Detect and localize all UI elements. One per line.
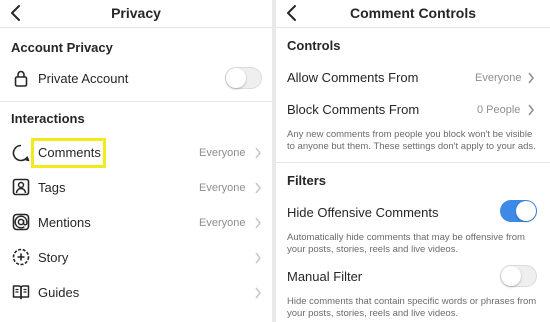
block-note: Any new comments from people you block w…	[287, 129, 536, 153]
tags-label: Tags	[38, 180, 66, 195]
private-account-toggle[interactable]	[225, 67, 262, 89]
tag-person-icon	[12, 178, 30, 196]
chevron-right-icon	[255, 287, 261, 299]
toggle-knob	[501, 266, 521, 286]
hide-offensive-note-line1: Automatically hide comments that may be …	[287, 232, 525, 243]
allow-comments-label: Allow Comments From	[287, 70, 419, 85]
chevron-right-icon	[255, 182, 261, 194]
manual-filter-row: Manual Filter	[276, 261, 550, 291]
guides-label: Guides	[38, 285, 80, 300]
privacy-header: Privacy	[0, 0, 272, 27]
toggle-knob	[516, 201, 536, 221]
manual-filter-label: Manual Filter	[287, 269, 363, 284]
chevron-right-icon	[528, 72, 534, 84]
chevron-right-icon	[255, 147, 261, 159]
interactions-item-story[interactable]: Story	[0, 242, 272, 272]
toggle-knob	[226, 68, 246, 88]
guides-book-icon	[12, 285, 30, 300]
manual-filter-note-line2: your posts, stories, reels and live vide…	[287, 308, 459, 319]
mentions-label: Mentions	[38, 215, 91, 230]
chevron-right-icon	[255, 252, 261, 264]
comments-value: Everyone	[199, 147, 246, 159]
section-divider	[0, 101, 272, 102]
comment-controls-header: Comment Controls	[276, 0, 550, 27]
mentions-value: Everyone	[199, 217, 246, 229]
private-account-row: Private Account	[0, 63, 272, 93]
private-account-label: Private Account	[38, 71, 129, 86]
manual-filter-note: Hide comments that contain specific word…	[287, 296, 536, 320]
interactions-item-guides[interactable]: Guides	[0, 277, 272, 307]
page-title: Privacy	[111, 5, 161, 21]
hide-offensive-note-line2: your posts, stories, reels and live vide…	[287, 244, 459, 255]
story-label: Story	[38, 250, 69, 265]
controls-heading: Controls	[287, 38, 341, 53]
hide-offensive-row: Hide Offensive Comments	[276, 197, 550, 227]
interactions-item-tags[interactable]: Tags Everyone	[0, 172, 272, 202]
allow-comments-from-row[interactable]: Allow Comments From Everyone	[276, 62, 550, 92]
page-title: Comment Controls	[350, 5, 476, 21]
chevron-right-icon	[255, 217, 261, 229]
block-comments-value: 0 People	[477, 104, 521, 116]
account-privacy-heading: Account Privacy	[11, 40, 113, 55]
hide-offensive-label: Hide Offensive Comments	[287, 205, 439, 220]
comments-highlight-box	[31, 138, 106, 168]
block-note-line2: to anyone but them. These settings don't…	[287, 141, 536, 152]
tags-value: Everyone	[199, 182, 246, 194]
interactions-heading: Interactions	[11, 111, 85, 126]
allow-comments-value: Everyone	[475, 72, 522, 84]
section-divider	[276, 162, 550, 163]
block-note-line1: Any new comments from people you block w…	[287, 129, 533, 140]
interactions-item-mentions[interactable]: Mentions Everyone	[0, 207, 272, 237]
at-sign-icon	[12, 213, 30, 231]
block-comments-from-row[interactable]: Block Comments From 0 People	[276, 94, 550, 124]
manual-filter-note-line1: Hide comments that contain specific word…	[287, 296, 537, 307]
lock-icon	[14, 70, 28, 87]
header-divider	[276, 27, 550, 28]
filters-heading: Filters	[287, 173, 327, 188]
block-comments-label: Block Comments From	[287, 102, 420, 117]
hide-offensive-toggle[interactable]	[500, 200, 537, 222]
comment-bubble-icon	[12, 144, 30, 162]
story-add-icon	[12, 248, 30, 266]
hide-offensive-note: Automatically hide comments that may be …	[287, 232, 525, 256]
comment-controls-screen: Comment Controls Controls Allow Comments…	[276, 0, 550, 322]
manual-filter-toggle[interactable]	[500, 265, 537, 287]
chevron-right-icon	[528, 104, 534, 116]
header-divider	[0, 27, 272, 28]
privacy-screen: Privacy Account Privacy Private Account …	[0, 0, 272, 322]
